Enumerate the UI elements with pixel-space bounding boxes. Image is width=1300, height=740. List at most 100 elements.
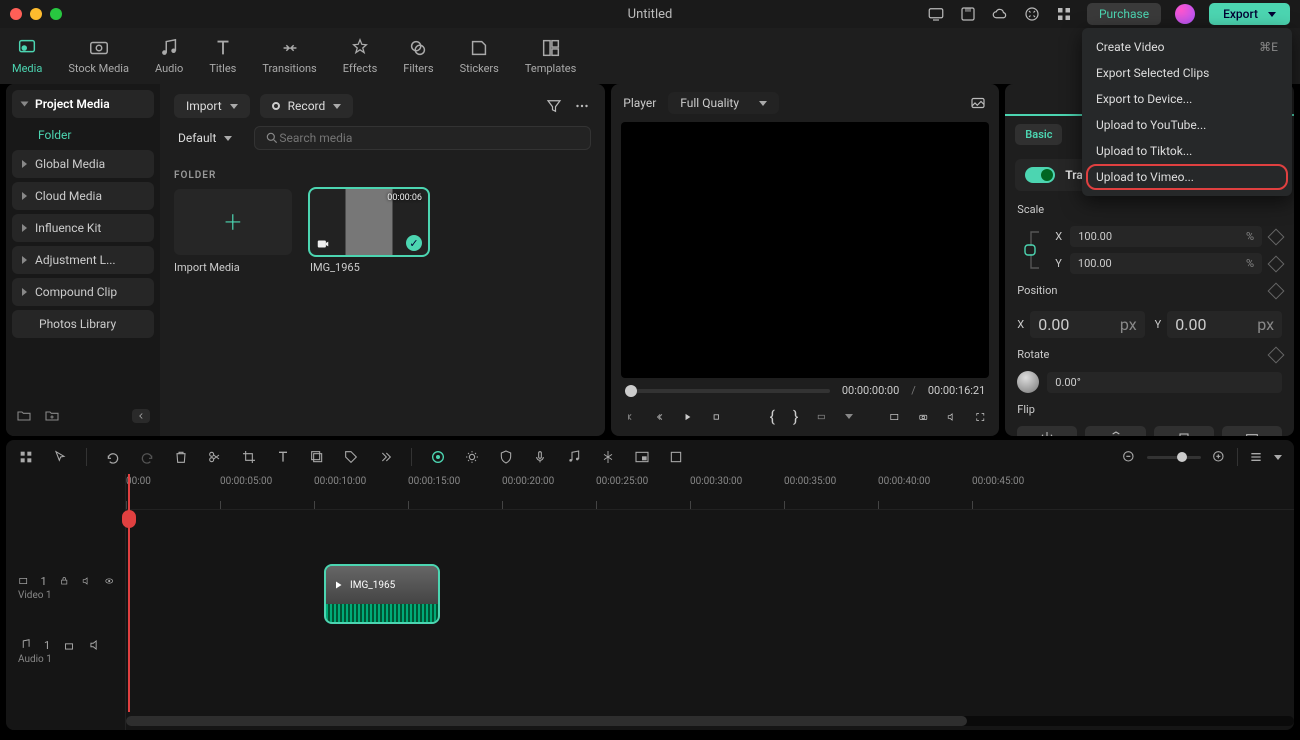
save-icon[interactable]: [959, 5, 977, 23]
export-create-video[interactable]: Create Video⌘E: [1082, 34, 1292, 60]
shield-icon[interactable]: [498, 449, 514, 465]
rotate-input[interactable]: 0.00°: [1047, 372, 1282, 393]
undo-icon[interactable]: [105, 449, 121, 465]
mute-icon[interactable]: [88, 638, 102, 652]
auto-color-icon[interactable]: [464, 449, 480, 465]
mute-icon[interactable]: [81, 574, 91, 588]
prev-frame-icon[interactable]: [625, 409, 636, 425]
apps-icon[interactable]: [1055, 5, 1073, 23]
module-effects[interactable]: Effects: [343, 37, 378, 75]
stop-icon[interactable]: [711, 409, 722, 425]
rotate-dial[interactable]: [1017, 371, 1039, 393]
module-filters[interactable]: Filters: [403, 37, 433, 75]
new-bin-icon[interactable]: [44, 408, 60, 424]
display-icon[interactable]: [927, 5, 945, 23]
import-media-tile[interactable]: + Import Media: [174, 189, 292, 274]
copy-icon[interactable]: [309, 449, 325, 465]
player-quality-select[interactable]: Full Quality: [668, 92, 779, 114]
upload-youtube[interactable]: Upload to YouTube...: [1082, 112, 1292, 138]
timeline-scrollbar[interactable]: [126, 716, 1294, 726]
minimize-window[interactable]: [30, 8, 42, 20]
lock-icon[interactable]: [59, 574, 69, 588]
zoom-window[interactable]: [50, 8, 62, 20]
crop-icon[interactable]: [241, 449, 257, 465]
module-titles[interactable]: Titles: [209, 37, 236, 75]
tag-icon[interactable]: [343, 449, 359, 465]
upload-tiktok[interactable]: Upload to Tiktok...: [1082, 138, 1292, 164]
new-folder-icon[interactable]: [16, 408, 32, 424]
sort-default[interactable]: Default: [174, 127, 236, 149]
import-button[interactable]: Import: [174, 94, 250, 118]
cursor-icon[interactable]: [52, 449, 68, 465]
delete-icon[interactable]: [173, 449, 189, 465]
more-tools-icon[interactable]: [377, 449, 393, 465]
subtab-basic[interactable]: Basic: [1015, 124, 1062, 145]
cloud-icon[interactable]: [991, 5, 1009, 23]
module-stickers[interactable]: Stickers: [460, 37, 499, 75]
keyframe-scale-y[interactable]: [1268, 255, 1285, 272]
timeline-ruler[interactable]: 00:00 00:00:05:00 00:00:10:00 00:00:15:0…: [126, 474, 1294, 510]
player-scrubber[interactable]: [625, 389, 830, 393]
snapshot-icon[interactable]: [969, 94, 987, 112]
sidebar-cloud-media[interactable]: Cloud Media: [12, 182, 154, 210]
zoom-slider[interactable]: [1147, 456, 1201, 459]
lock-aspect-icon[interactable]: [1017, 228, 1047, 272]
keyframe-scale-x[interactable]: [1268, 228, 1285, 245]
mark-out-icon[interactable]: }: [793, 407, 798, 426]
flip-fit[interactable]: [1222, 426, 1282, 436]
search-field[interactable]: [279, 131, 580, 145]
clip-thumbnail[interactable]: 00:00:06 ✓ IMG_1965: [310, 189, 428, 274]
filter-icon[interactable]: [545, 97, 563, 115]
scale-y-input[interactable]: 100.00%: [1070, 253, 1262, 274]
fullscreen-icon[interactable]: [975, 409, 986, 425]
search-input[interactable]: [254, 126, 591, 150]
module-stock[interactable]: Stock Media: [68, 37, 129, 75]
player-canvas[interactable]: [621, 122, 989, 378]
camera-icon[interactable]: [918, 409, 929, 425]
help-icon[interactable]: [1023, 5, 1041, 23]
play-icon[interactable]: [682, 409, 693, 425]
visible-icon[interactable]: [104, 574, 114, 588]
record-button[interactable]: Record: [260, 94, 354, 118]
text-tool-icon[interactable]: [275, 449, 291, 465]
music-tool-icon[interactable]: [566, 449, 582, 465]
mic-icon[interactable]: [532, 449, 548, 465]
export-to-device[interactable]: Export to Device...: [1082, 86, 1292, 112]
ai-enhance-icon[interactable]: [430, 449, 446, 465]
keyframe-rotate[interactable]: [1268, 346, 1285, 363]
track-height-icon[interactable]: [1248, 449, 1264, 465]
range-icon[interactable]: [816, 409, 827, 425]
picture-in-picture-icon[interactable]: [634, 449, 650, 465]
sidebar-folder[interactable]: Folder: [28, 122, 154, 148]
keyframe-position[interactable]: [1268, 282, 1285, 299]
module-transitions[interactable]: Transitions: [262, 37, 316, 75]
module-audio[interactable]: Audio: [155, 37, 183, 75]
timeline-clip[interactable]: IMG_1965: [326, 566, 438, 622]
flip-horizontal[interactable]: [1017, 426, 1077, 436]
flip-vertical[interactable]: [1085, 426, 1145, 436]
mark-in-icon[interactable]: {: [770, 407, 775, 426]
marker-icon[interactable]: [668, 449, 684, 465]
split-icon[interactable]: [207, 449, 223, 465]
sidebar-influence-kit[interactable]: Influence Kit: [12, 214, 154, 242]
pos-y-input[interactable]: 0.00px: [1167, 311, 1282, 338]
transform-toggle[interactable]: [1025, 167, 1055, 183]
sidebar-compound-clip[interactable]: Compound Clip: [12, 278, 154, 306]
export-button[interactable]: Export: [1209, 3, 1290, 25]
grid-icon[interactable]: [18, 449, 34, 465]
sidebar-project-media[interactable]: Project Media: [12, 90, 154, 118]
purchase-button[interactable]: Purchase: [1087, 3, 1161, 25]
video-track-lane[interactable]: IMG_1965: [126, 566, 1294, 626]
collapse-sidebar-icon[interactable]: [132, 409, 150, 423]
flip-center[interactable]: [1154, 426, 1214, 436]
step-back-icon[interactable]: [654, 409, 665, 425]
module-templates[interactable]: Templates: [525, 37, 576, 75]
sidebar-global-media[interactable]: Global Media: [12, 150, 154, 178]
module-media[interactable]: Media: [12, 37, 42, 75]
volume-icon[interactable]: [946, 409, 957, 425]
sidebar-adjustment-layer[interactable]: Adjustment L...: [12, 246, 154, 274]
smart-cut-icon[interactable]: [600, 449, 616, 465]
more-icon[interactable]: [573, 97, 591, 115]
display-mode-icon[interactable]: [889, 409, 900, 425]
track-height-menu[interactable]: [1274, 455, 1282, 460]
